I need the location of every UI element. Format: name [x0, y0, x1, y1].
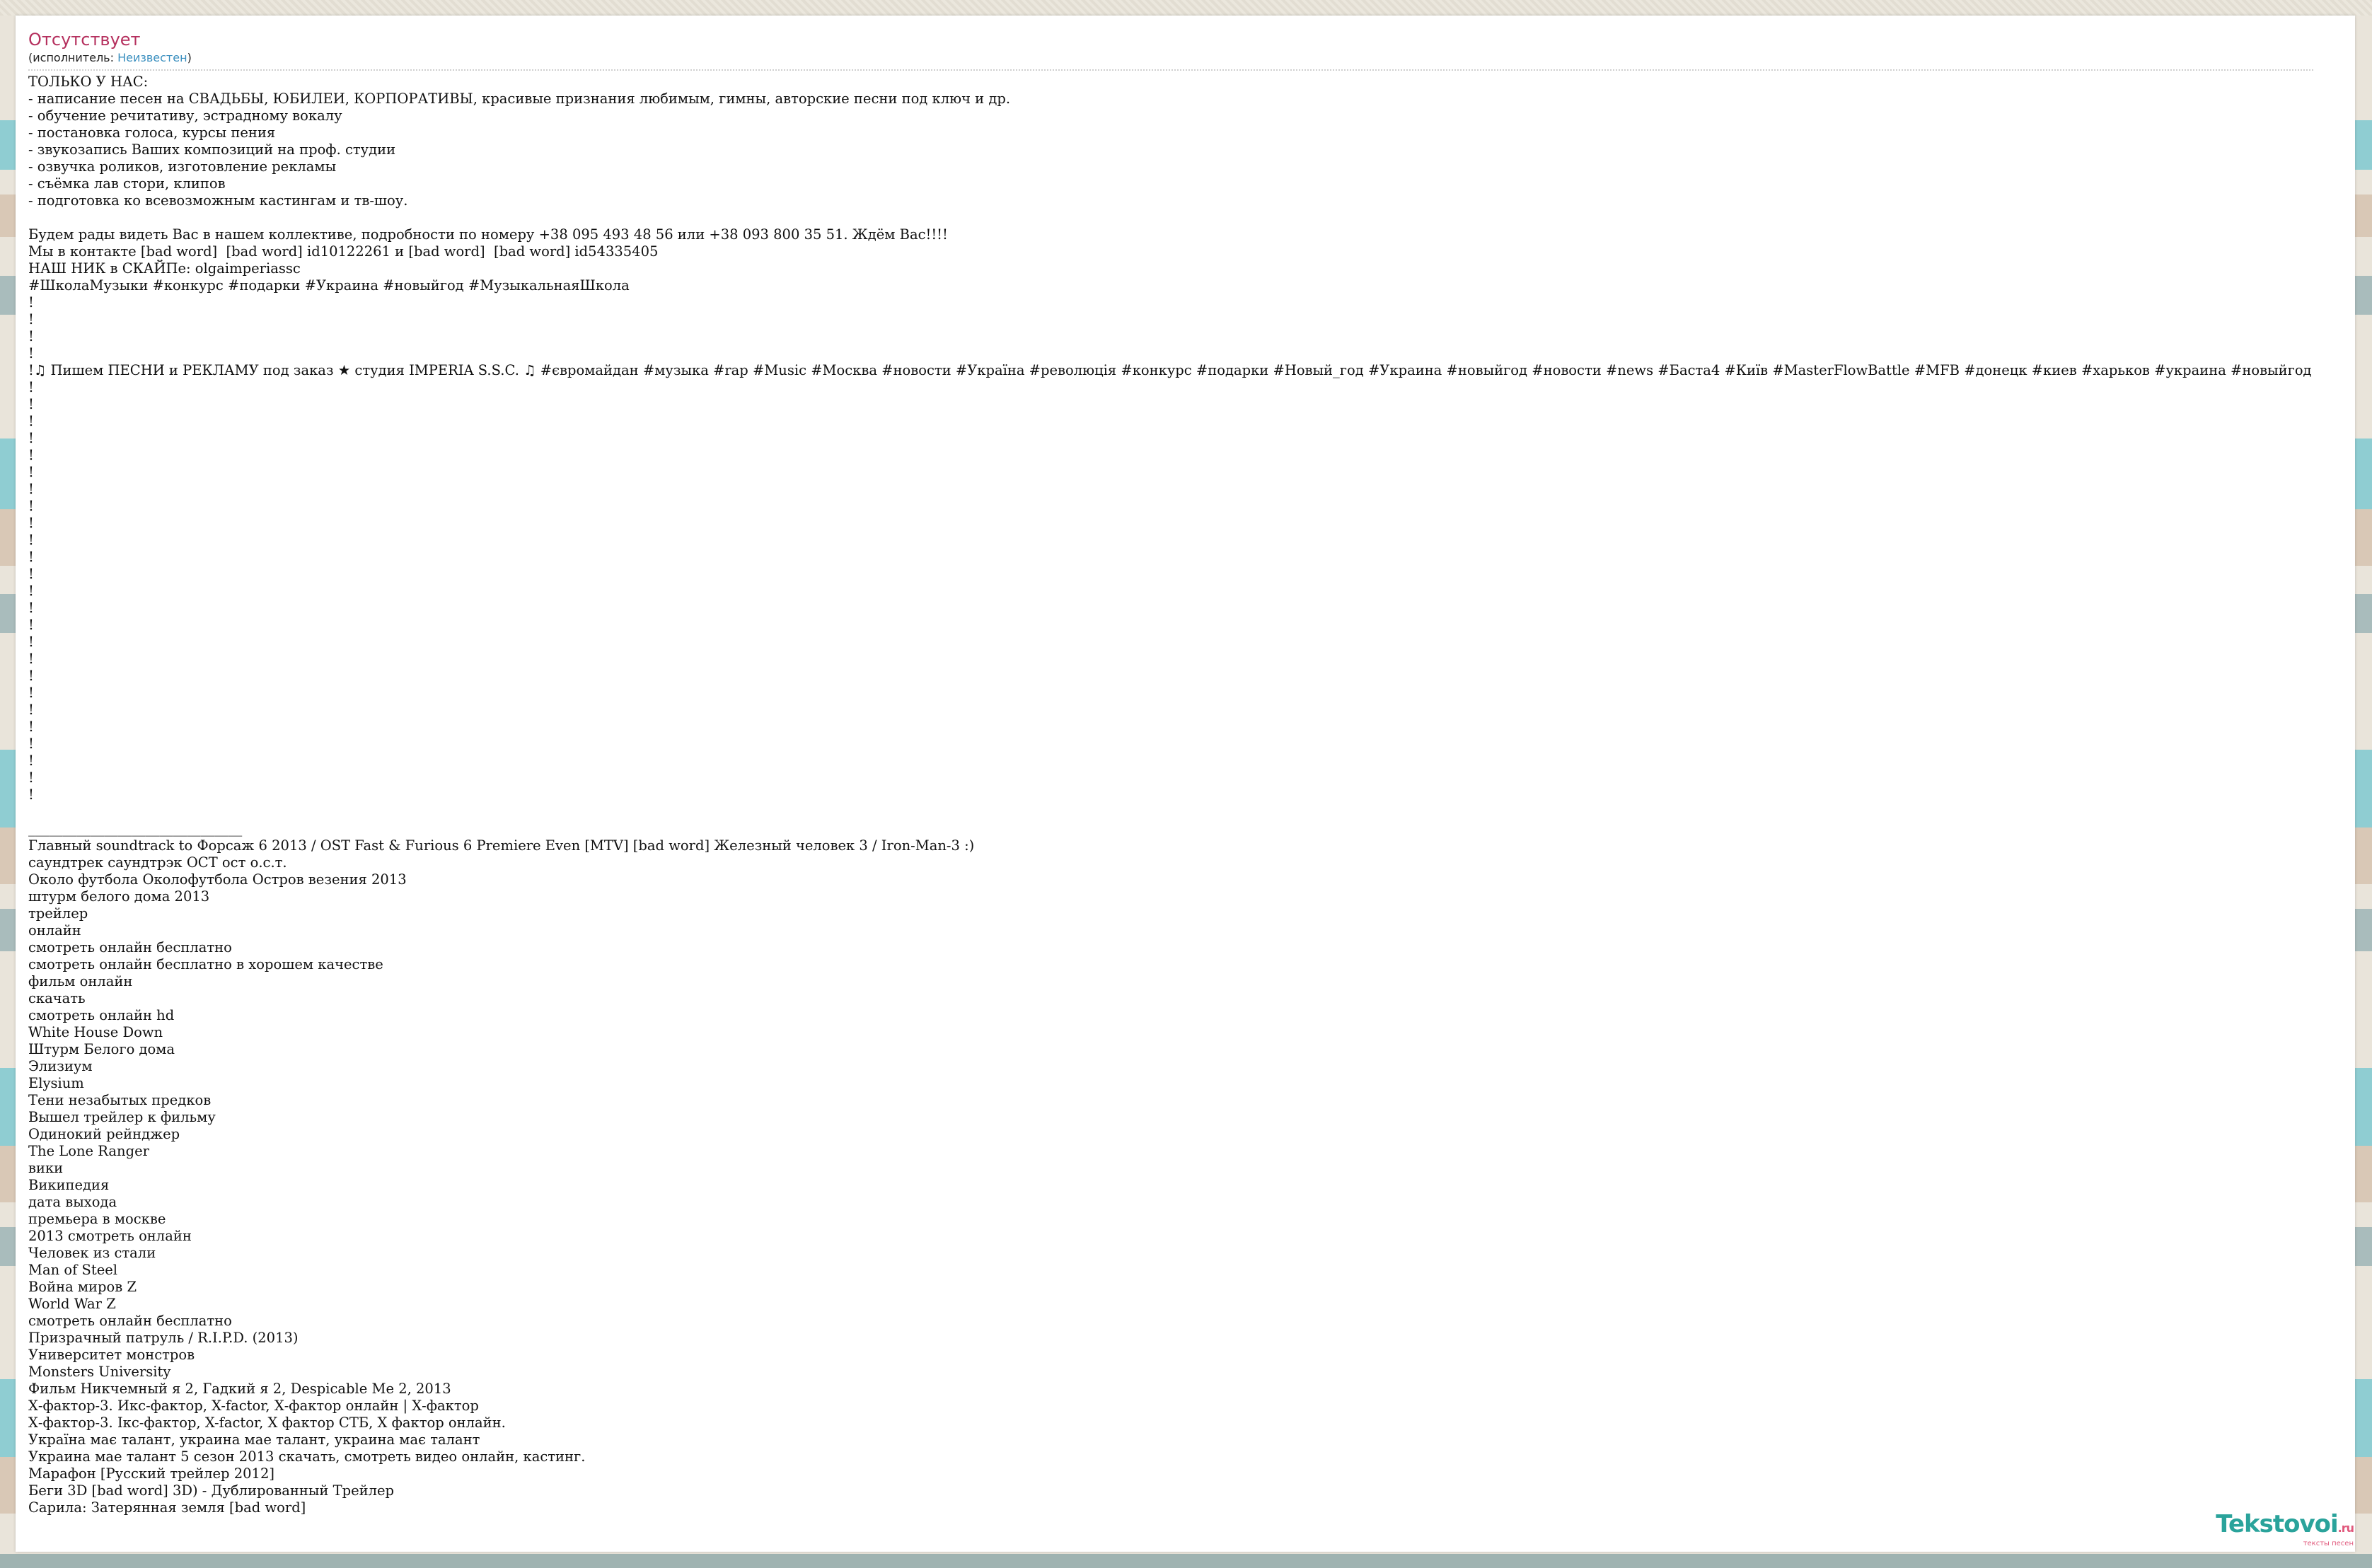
lyrics-line: ! — [28, 379, 34, 395]
lyrics-line: Призрачный патруль / R.I.P.D. (2013) — [28, 1330, 299, 1346]
lyrics-line: ! — [28, 600, 34, 616]
lyrics-line: - подготовка ко всевозможным кастингам и… — [28, 192, 408, 209]
logo-wordmark: Tekstovoi.ru — [2205, 1511, 2354, 1541]
lyrics-line: ! — [28, 430, 34, 446]
lyrics-line: вики — [28, 1160, 64, 1176]
lyrics-line: ! — [28, 413, 34, 429]
lyrics-line: ! — [28, 294, 34, 310]
lyrics-line: дата выхода — [28, 1194, 117, 1210]
lyrics-line: Человек из стали — [28, 1245, 156, 1261]
lyrics-line: ! — [28, 583, 34, 599]
lyrics-line: ! — [28, 345, 34, 361]
lyrics-line: Около футбола Околофутбола Остров везени… — [28, 871, 407, 888]
lyrics-line: смотреть онлайн бесплатно в хорошем каче… — [28, 956, 383, 972]
lyrics-line: скачать — [28, 990, 86, 1006]
lyrics-line: Х-фактор-3. Ікс-фактор, X-factor, Х факт… — [28, 1415, 506, 1431]
logo-name: Tekstovoi — [2216, 1510, 2338, 1538]
lyrics-line: Мы в контакте [bad word] [bad word] id10… — [28, 243, 659, 260]
lyrics-line: онлайн — [28, 922, 81, 939]
lyrics-line: ! — [28, 447, 34, 463]
artist-link[interactable]: Неизвестен — [117, 51, 187, 64]
lyrics-line: - обучение речитативу, эстрадному вокалу — [28, 108, 342, 124]
lyrics-line: - постановка голоса, курсы пения — [28, 124, 276, 141]
lyrics-line: ! — [28, 311, 34, 327]
lyrics-line: #ШколаМузыки #конкурс #подарки #Украина … — [28, 277, 630, 294]
lyrics-line: Война миров Z — [28, 1279, 137, 1295]
lyrics-line: ! — [28, 634, 34, 650]
lyrics-line: !♫ Пишем ПЕСНИ и РЕКЛАМУ под заказ ★ сту… — [28, 362, 2312, 378]
lyrics-line — [28, 209, 2342, 226]
lyrics-line: - написание песен на СВАДЬБЫ, ЮБИЛЕИ, КО… — [28, 91, 1011, 107]
song-title: Отсутствует — [28, 30, 141, 50]
lyrics-line: ! — [28, 651, 34, 667]
lyrics-line: - звукозапись Ваших композиций на проф. … — [28, 141, 396, 158]
lyrics-line: ! — [28, 498, 34, 514]
lyrics-line: World War Z — [28, 1296, 116, 1312]
lyrics-line: ! — [28, 396, 34, 412]
lyrics-line: ! — [28, 481, 34, 497]
lyrics-page: Отсутствует (исполнитель: Неизвестен) ТО… — [28, 28, 2342, 1549]
lyrics-line: смотреть онлайн hd — [28, 1007, 175, 1023]
lyrics-line: штурм белого дома 2013 — [28, 888, 210, 905]
logo-tld: .ru — [2337, 1521, 2354, 1535]
lyrics-line: ! — [28, 753, 34, 769]
artist-line: (исполнитель: Неизвестен) — [28, 51, 2342, 65]
lyrics-line: ! — [28, 464, 34, 480]
lyrics-text: ТОЛЬКО У НАС: - написание песен на СВАДЬБ… — [28, 74, 2342, 1516]
lyrics-line: Университет монстров — [28, 1347, 195, 1363]
lyrics-line: _______________________________ — [28, 820, 243, 837]
lyrics-line: Одинокий рейнджер — [28, 1126, 180, 1142]
lyrics-line: Украина мае талант 5 сезон 2013 скачать,… — [28, 1448, 586, 1465]
lyrics-line: ! — [28, 736, 34, 752]
lyrics-line: трейлер — [28, 905, 88, 922]
lyrics-line — [28, 803, 2342, 820]
lyrics-line: ! — [28, 532, 34, 548]
lyrics-line: Сарила: Затерянная земля [bad word] — [28, 1499, 306, 1516]
lyrics-line: Man of Steel — [28, 1262, 118, 1278]
lyrics-line: Elysium — [28, 1075, 84, 1091]
artist-suffix: ) — [187, 51, 192, 64]
lyrics-line: Марафон [Русский трейлер 2012] — [28, 1465, 274, 1482]
lyrics-line: ! — [28, 719, 34, 735]
site-logo[interactable]: Tekstovoi.ru тексты песен — [2205, 1511, 2354, 1547]
lyrics-line: Фильм Никчемный я 2, Гадкий я 2, Despica… — [28, 1381, 451, 1397]
lyrics-line: ! — [28, 702, 34, 718]
lyrics-line: смотреть онлайн бесплатно — [28, 939, 232, 956]
lyrics-line: - озвучка роликов, изготовление рекламы — [28, 158, 337, 175]
lyrics-line: ! — [28, 566, 34, 582]
lyrics-line: премьера в москве — [28, 1211, 166, 1227]
lyrics-line: смотреть онлайн бесплатно — [28, 1313, 232, 1329]
lyrics-line: ! — [28, 786, 34, 803]
lyrics-line: ! — [28, 668, 34, 684]
lyrics-line: The Lone Ranger — [28, 1143, 149, 1159]
lyrics-line: Тени незабытых предков — [28, 1092, 212, 1108]
bottom-band — [0, 1554, 2372, 1568]
lyrics-line: - съёмка лав стори, клипов — [28, 175, 226, 192]
lyrics-line: Будем рады видеть Вас в нашем коллективе… — [28, 226, 948, 243]
lyrics-line: ! — [28, 617, 34, 633]
lyrics-line: Україна має талант, украина мае талант, … — [28, 1431, 480, 1448]
title-divider — [28, 69, 2313, 71]
lyrics-line: ! — [28, 515, 34, 531]
lyrics-line: White House Down — [28, 1024, 163, 1040]
lyrics-line: 2013 смотреть онлайн — [28, 1228, 192, 1244]
artist-prefix: (исполнитель: — [28, 51, 118, 64]
lyrics-line: саундтрек саундтрэк ОСТ ост о.с.т. — [28, 854, 287, 871]
lyrics-line: Элизиум — [28, 1058, 93, 1074]
lyrics-line: Главный soundtrack to Форсаж 6 2013 / OS… — [28, 837, 975, 854]
lyrics-line: Википедия — [28, 1177, 110, 1193]
lyrics-line: Х-фактор-3. Икс-фактор, X-factor, Х-факт… — [28, 1398, 479, 1414]
lyrics-line: ! — [28, 549, 34, 565]
top-texture-band — [0, 0, 2372, 16]
lyrics-line: Вышел трейлер к фильму — [28, 1109, 216, 1125]
lyrics-line: ! — [28, 685, 34, 701]
lyrics-line: ! — [28, 328, 34, 344]
lyrics-line: Monsters University — [28, 1364, 171, 1380]
lyrics-line: фильм онлайн — [28, 973, 133, 989]
lyrics-line: Штурм Белого дома — [28, 1041, 175, 1057]
lyrics-line: ТОЛЬКО У НАС: — [28, 74, 149, 90]
lyrics-line: НАШ НИК в СКАЙПе: olgaimperiassc — [28, 260, 301, 277]
lyrics-line: Беги 3D [bad word] 3D) - Дублированный Т… — [28, 1482, 395, 1499]
lyrics-line: ! — [28, 770, 34, 786]
